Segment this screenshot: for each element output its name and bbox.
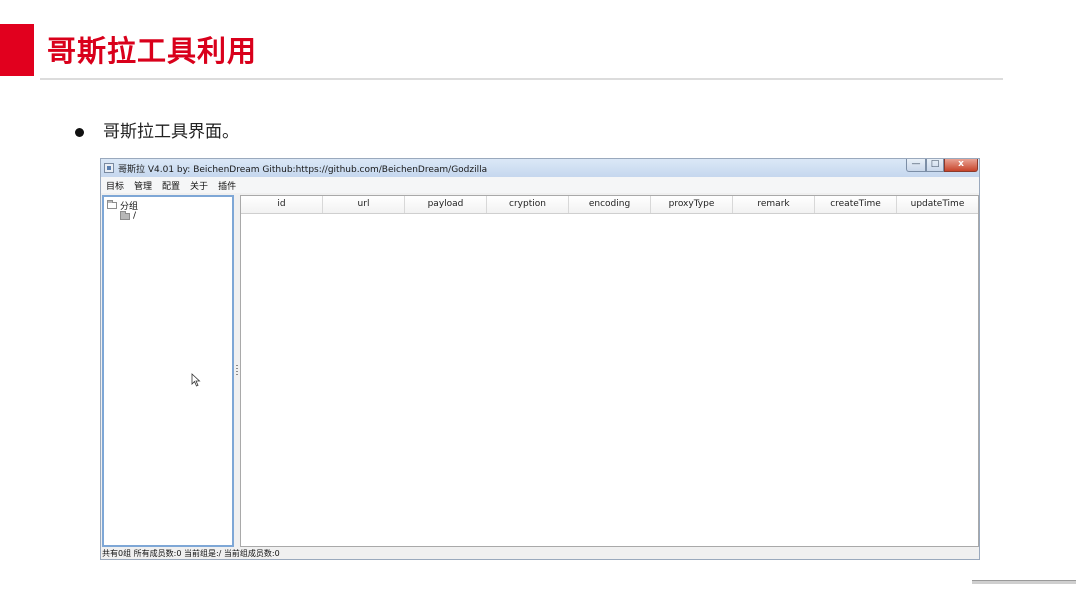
page-corner-divider (972, 580, 1076, 584)
column-header-proxytype[interactable]: proxyType (651, 196, 733, 213)
column-header-remark[interactable]: remark (733, 196, 815, 213)
window-title: 哥斯拉 V4.01 by: BeichenDream Github:https:… (118, 164, 488, 175)
folder-icon (120, 210, 130, 220)
column-header-updatetime[interactable]: updateTime (897, 196, 978, 213)
menu-bar: 目标 管理 配置 关于 插件 (101, 177, 979, 193)
slide: 哥斯拉工具利用 哥斯拉工具界面。 哥斯拉 V4.01 by: BeichenDr… (0, 0, 1080, 608)
bullet-text: 哥斯拉工具界面。 (103, 122, 239, 142)
mouse-pointer-icon (191, 373, 201, 387)
tree-node-child[interactable]: / (120, 210, 137, 221)
minimize-button[interactable]: — (906, 159, 926, 172)
bullet-point: 哥斯拉工具界面。 (75, 121, 239, 143)
column-header-encoding[interactable]: encoding (569, 196, 651, 213)
close-button[interactable]: x (944, 159, 978, 172)
status-bar: 共有0组 所有成员数:0 当前组是:/ 当前组成员数:0 (102, 549, 280, 558)
folder-open-icon (107, 200, 117, 209)
column-header-cryption[interactable]: cryption (487, 196, 569, 213)
menu-plugins[interactable]: 插件 (218, 179, 236, 192)
window-controls: — □ x (906, 159, 978, 172)
menu-config[interactable]: 配置 (162, 179, 180, 192)
menu-about[interactable]: 关于 (190, 179, 208, 192)
shell-table[interactable]: id url payload cryption encoding proxyTy… (240, 195, 979, 547)
window-titlebar[interactable]: 哥斯拉 V4.01 by: BeichenDream Github:https:… (101, 159, 979, 177)
title-divider (40, 78, 1003, 80)
menu-target[interactable]: 目标 (106, 179, 124, 192)
maximize-button[interactable]: □ (926, 159, 944, 172)
slide-title: 哥斯拉工具利用 (47, 34, 258, 68)
column-header-createtime[interactable]: createTime (815, 196, 897, 213)
column-header-payload[interactable]: payload (405, 196, 487, 213)
godzilla-window: 哥斯拉 V4.01 by: BeichenDream Github:https:… (100, 158, 980, 560)
column-header-url[interactable]: url (323, 196, 405, 213)
column-header-id[interactable]: id (241, 196, 323, 213)
group-tree[interactable]: 分组 / (102, 195, 234, 547)
splitter-grip-icon (236, 365, 238, 375)
menu-manage[interactable]: 管理 (134, 179, 152, 192)
app-icon (104, 163, 114, 173)
tree-node-child-label: / (133, 211, 137, 221)
table-header: id url payload cryption encoding proxyTy… (241, 196, 978, 214)
title-accent-bar (0, 24, 34, 76)
bullet-dot-icon (75, 127, 84, 137)
